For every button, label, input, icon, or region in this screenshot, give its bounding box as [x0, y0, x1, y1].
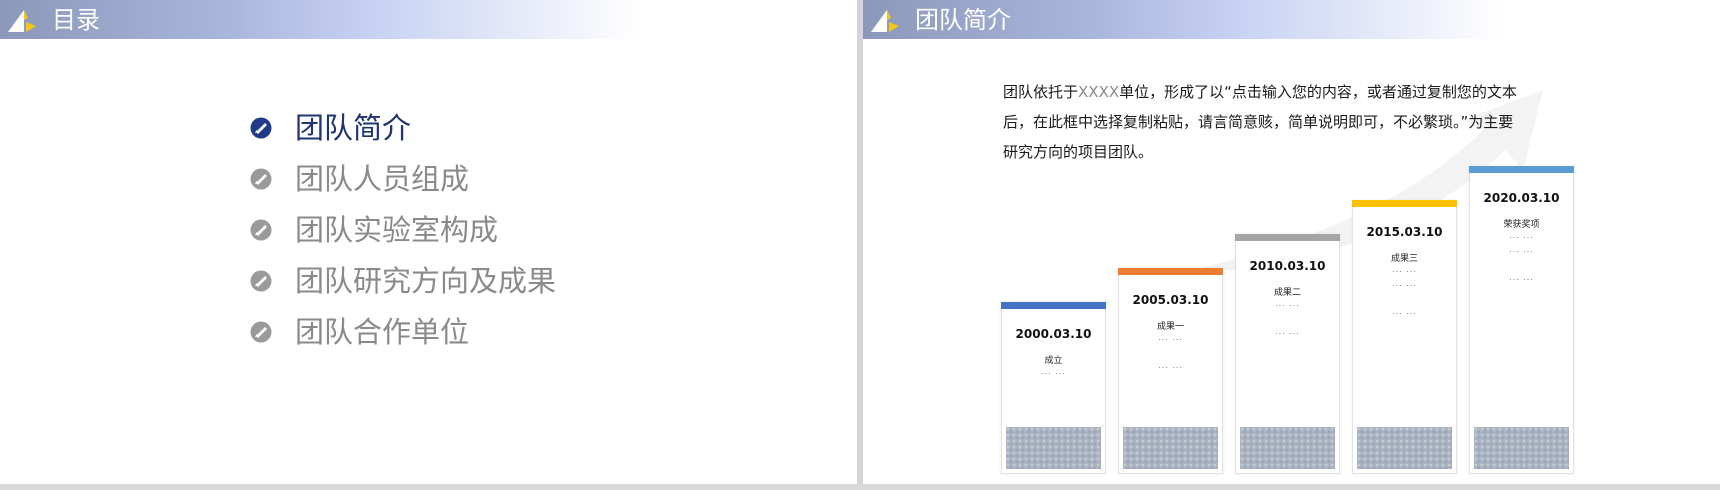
timeline-card-pattern [1474, 427, 1569, 469]
timeline-card: 2010.03.10 成果二... ...... ... [1235, 234, 1340, 474]
timeline-detail: ... ... [1158, 333, 1183, 342]
toc-slide: 目录 团队简介团队人员组成 团队实验室构成团队研究方向及成果 团队合作单位 [0, 0, 857, 484]
check-circle-icon [250, 270, 272, 292]
header-bar: 团队简介 [863, 0, 1503, 39]
check-circle-icon [250, 117, 272, 139]
intro-text-prefix: 团队依托于 [1003, 83, 1079, 101]
timeline-detail: ... ... [1509, 273, 1534, 282]
intro-slide: 团队简介 团队依托于XXXX单位，形成了以“点击输入您的内容，或者通过复制您的文… [863, 0, 1720, 484]
timeline-card-pattern [1357, 427, 1452, 469]
timeline-card-accent-bar [1352, 200, 1457, 207]
timeline-card-pattern [1006, 427, 1101, 469]
timeline-detail: ... ... [1392, 307, 1417, 316]
timeline-card: 2020.03.10 荣获奖项... ...... ...... ... [1469, 166, 1574, 474]
timeline-detail: ... ... [1392, 279, 1417, 288]
timeline-card: 2015.03.10 成果三... ...... ...... ... [1352, 200, 1457, 474]
timeline-detail: ... ... [1509, 231, 1534, 240]
timeline-detail: ... ... [1275, 299, 1300, 308]
toc-item-label: 团队合作单位 [295, 315, 470, 349]
timeline-card: 2000.03.10 成立... ... [1001, 302, 1106, 474]
timeline-card-pattern [1240, 427, 1335, 469]
check-circle-icon [250, 321, 272, 343]
timeline-detail: ... ... [1158, 361, 1183, 370]
timeline-result: 成果三 [1390, 254, 1418, 264]
intro-placeholder: XXXX [1078, 83, 1120, 101]
timeline-date: 2010.03.10 [1249, 259, 1326, 273]
timeline-result: 成立 [1044, 356, 1063, 366]
logo-icon [871, 10, 899, 32]
page-title: 目录 [52, 6, 100, 34]
timeline-card-accent-bar [1469, 166, 1574, 173]
timeline-detail: ... ... [1509, 245, 1534, 254]
header-bar: 目录 [0, 0, 640, 39]
page-title: 团队简介 [915, 6, 1011, 34]
check-circle-icon [250, 219, 272, 241]
check-circle-icon [250, 168, 272, 190]
timeline-date: 2015.03.10 [1366, 225, 1443, 239]
toc-item-label: 团队研究方向及成果 [295, 264, 557, 298]
timeline-card-accent-bar [1235, 234, 1340, 241]
timeline-card-pattern [1123, 427, 1218, 469]
toc-item-label: 团队实验室构成 [295, 213, 499, 247]
timeline-date: 2005.03.10 [1132, 293, 1209, 307]
timeline-detail: ... ... [1275, 327, 1300, 336]
timeline-result: 成果一 [1156, 322, 1184, 332]
timeline-card: 2005.03.10 成果一... ...... ... [1118, 268, 1223, 474]
timeline-detail: ... ... [1392, 265, 1417, 274]
logo-icon [8, 10, 36, 32]
timeline-card-accent-bar [1118, 268, 1223, 275]
intro-paragraph: 团队依托于XXXX单位，形成了以“点击输入您的内容，或者通过复制您的文本后，在此… [1003, 77, 1523, 167]
timeline-detail: ... ... [1041, 367, 1066, 376]
timeline-result: 荣获奖项 [1503, 220, 1540, 230]
timeline-date: 2020.03.10 [1483, 191, 1560, 205]
toc-item-label: 团队人员组成 [295, 162, 470, 196]
timeline-date: 2000.03.10 [1015, 327, 1092, 341]
timeline-result: 成果二 [1273, 288, 1301, 298]
timeline-card-accent-bar [1001, 302, 1106, 309]
toc-item-label: 团队简介 [295, 111, 412, 145]
